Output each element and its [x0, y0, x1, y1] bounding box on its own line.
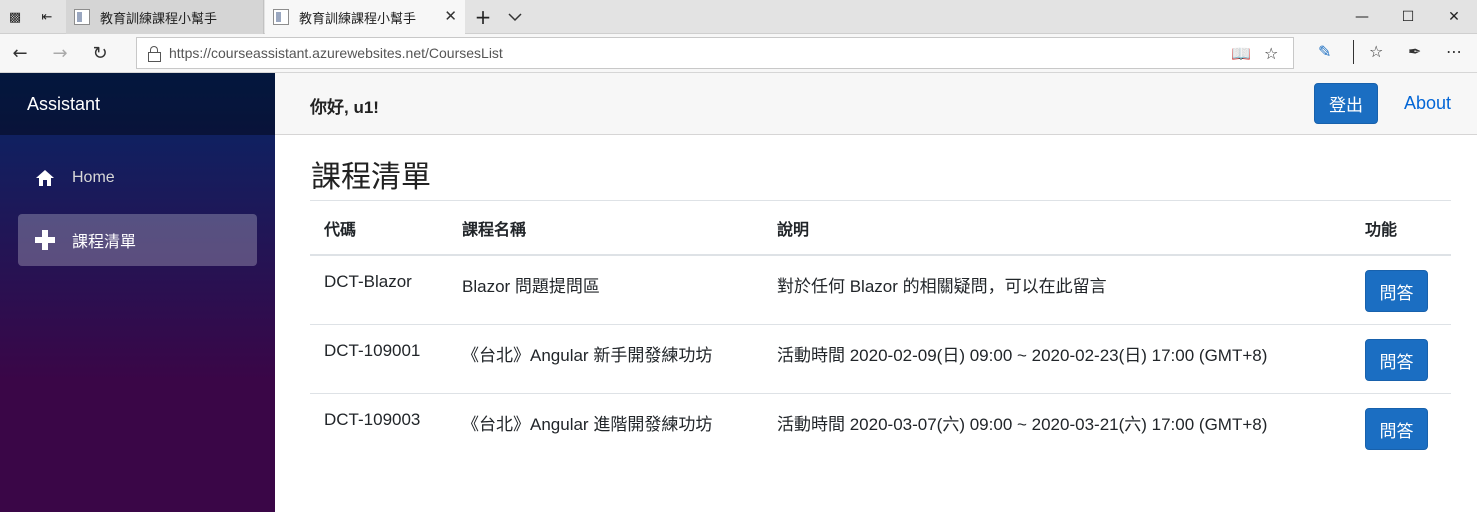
course-description: 對於任何 Blazor 的相關疑問，可以在此留言: [777, 277, 1107, 296]
column-header-code: 代碼: [324, 221, 357, 239]
close-tab-icon[interactable]: ✕: [444, 7, 457, 25]
qa-button[interactable]: 問答: [1365, 339, 1428, 381]
sidebar-item-home[interactable]: Home: [18, 152, 257, 204]
user-greeting: 你好, u1!: [310, 98, 379, 117]
minimize-icon[interactable]: —: [1339, 0, 1385, 34]
plus-icon: [34, 229, 56, 251]
table-header: 代碼 課程名稱 說明 功能: [310, 201, 1451, 256]
home-icon: [34, 167, 56, 189]
tab-actions-icon[interactable]: ▩: [4, 6, 26, 28]
browser-tab-2[interactable]: 教育訓練課程小幫手 ✕: [265, 0, 465, 34]
page-favicon-icon: [273, 9, 289, 25]
pen-icon[interactable]: ✒: [1408, 42, 1421, 61]
course-name: Blazor 問題提問區: [462, 277, 600, 296]
column-header-name: 課程名稱: [462, 221, 527, 239]
qa-button[interactable]: 問答: [1365, 270, 1428, 312]
qa-button-cell: 問答: [1365, 394, 1428, 463]
course-code: DCT-Blazor: [324, 272, 412, 291]
browser-tab-title: 教育訓練課程小幫手: [299, 10, 417, 26]
column-header-description: 說明: [777, 221, 810, 239]
table-row: DCT-109003 《台北》Angular 進階開發練功坊 活動時間 2020…: [310, 394, 1451, 463]
chevron-down-icon[interactable]: [504, 6, 526, 28]
reading-view-icon[interactable]: 📖: [1231, 44, 1251, 63]
lock-icon: [147, 46, 161, 62]
sidebar-item-label: Home: [72, 169, 115, 186]
web-capture-icon[interactable]: ✎: [1318, 42, 1331, 61]
qa-button-cell: 問答: [1365, 256, 1428, 324]
course-description: 活動時間 2020-02-09(日) 09:00 ~ 2020-02-23(日)…: [777, 346, 1268, 365]
browser-tab-1[interactable]: 教育訓練課程小幫手: [66, 0, 264, 34]
courses-table: 代碼 課程名稱 說明 功能 DCT-Blazor Blazor 問題提問區 對於…: [310, 200, 1451, 463]
favorites-list-icon[interactable]: ☆: [1369, 42, 1383, 61]
browser-address-bar: ← → ↻ https://courseassistant.azurewebsi…: [0, 34, 1477, 73]
course-code: DCT-109003: [324, 410, 421, 429]
new-tab-icon[interactable]: +: [472, 5, 494, 29]
browser-tab-title: 教育訓練課程小幫手: [100, 10, 218, 26]
maximize-icon[interactable]: ☐: [1385, 0, 1431, 34]
logout-button[interactable]: 登出: [1314, 83, 1378, 124]
refresh-icon[interactable]: ↻: [88, 42, 112, 64]
course-name: 《台北》Angular 新手開發練功坊: [462, 346, 713, 365]
url-input[interactable]: https://courseassistant.azurewebsites.ne…: [136, 37, 1294, 69]
course-name: 《台北》Angular 進階開發練功坊: [462, 415, 713, 434]
table-row: DCT-Blazor Blazor 問題提問區 對於任何 Blazor 的相關疑…: [310, 256, 1451, 325]
url-text: https://courseassistant.azurewebsites.ne…: [169, 45, 503, 61]
forward-arrow-icon[interactable]: →: [48, 42, 72, 64]
back-arrow-icon[interactable]: ←: [8, 42, 32, 64]
favorite-star-icon[interactable]: ☆: [1264, 44, 1278, 63]
set-aside-tabs-icon[interactable]: ⇤: [36, 6, 58, 28]
column-header-actions: 功能: [1365, 221, 1398, 239]
course-description: 活動時間 2020-03-07(六) 09:00 ~ 2020-03-21(六)…: [777, 415, 1268, 434]
top-bar: 你好, u1! 登出 About: [275, 73, 1477, 135]
sidebar-item-courses[interactable]: 課程清單: [18, 214, 257, 266]
table-row: DCT-109001 《台北》Angular 新手開發練功坊 活動時間 2020…: [310, 325, 1451, 394]
sidebar-item-label: 課程清單: [72, 234, 137, 251]
qa-button[interactable]: 問答: [1365, 408, 1428, 450]
course-code: DCT-109001: [324, 341, 421, 360]
more-options-icon[interactable]: ⋯: [1446, 42, 1462, 61]
qa-button-cell: 問答: [1365, 325, 1428, 393]
sidebar: Assistant Home 課程清單: [0, 73, 275, 512]
about-link[interactable]: About: [1404, 93, 1451, 114]
brand-title[interactable]: Assistant: [0, 73, 275, 135]
browser-tab-strip: ▩ ⇤ 教育訓練課程小幫手 教育訓練課程小幫手 ✕ + — ☐ ✕: [0, 0, 1477, 34]
close-window-icon[interactable]: ✕: [1431, 0, 1477, 34]
page-title: 課程清單: [311, 161, 431, 194]
toolbar-divider: [1353, 40, 1354, 64]
page-favicon-icon: [74, 9, 90, 25]
